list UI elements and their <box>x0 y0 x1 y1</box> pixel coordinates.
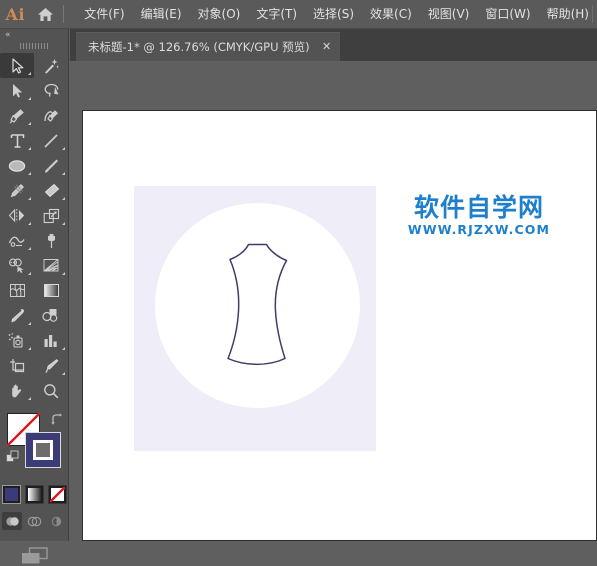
width-warp-tool[interactable] <box>0 228 34 253</box>
watermark: 软件自学网 WWW.RJZXW.COM <box>399 193 559 238</box>
close-icon[interactable]: ✕ <box>320 40 334 54</box>
app-logo: Ai <box>5 4 26 24</box>
draw-mode-row <box>0 510 68 532</box>
pen-tool[interactable] <box>0 103 34 128</box>
tool-flyout-indicator <box>28 397 31 400</box>
menubar-right-separator <box>592 5 593 23</box>
artboard-tool[interactable] <box>0 353 34 378</box>
collapse-panel-icon[interactable]: « <box>5 30 10 40</box>
draw-behind-button[interactable] <box>24 512 44 530</box>
blend-tool[interactable] <box>34 303 68 328</box>
hand-tool[interactable] <box>0 378 34 403</box>
artboard[interactable]: 软件自学网 WWW.RJZXW.COM <box>82 110 597 541</box>
type-tool[interactable] <box>0 128 34 153</box>
line-segment-tool[interactable] <box>34 128 68 153</box>
none-mode-button[interactable] <box>47 485 67 504</box>
zoom-tool[interactable] <box>34 378 68 403</box>
scale-tool[interactable] <box>34 203 68 228</box>
home-icon[interactable] <box>31 0 60 29</box>
tool-flyout-indicator <box>62 222 65 225</box>
rotate-reflect-tool[interactable] <box>0 203 34 228</box>
tool-flyout-indicator <box>28 272 31 275</box>
draw-normal-button[interactable] <box>2 512 22 530</box>
menu-help[interactable]: 帮助(H) <box>539 0 597 29</box>
lasso-tool[interactable] <box>34 78 68 103</box>
tool-flyout-indicator <box>28 247 31 250</box>
tool-grid <box>0 51 68 403</box>
none-swatch-icon <box>49 487 65 502</box>
menu-select[interactable]: 选择(S) <box>305 0 362 29</box>
tool-flyout-indicator <box>62 272 65 275</box>
tool-flyout-indicator <box>62 347 65 350</box>
solid-color-swatch-icon <box>4 488 18 501</box>
menubar-separator <box>63 5 65 23</box>
tool-flyout-indicator <box>28 172 31 175</box>
illustrator-window: Ai 文件(F) 编辑(E) 对象(O) 文字(T) 选择(S) 效果(C) 视… <box>0 0 597 564</box>
menu-bar: Ai 文件(F) 编辑(E) 对象(O) 文字(T) 选择(S) 效果(C) 视… <box>0 0 597 29</box>
tool-flyout-indicator <box>28 322 31 325</box>
symbol-sprayer-tool[interactable] <box>0 328 34 353</box>
selection-tool[interactable] <box>0 53 34 78</box>
change-screen-mode-button[interactable] <box>0 546 68 566</box>
fill-stroke-controls <box>0 409 68 481</box>
shape-builder-tool[interactable] <box>0 253 34 278</box>
garment-illustration[interactable] <box>200 236 315 390</box>
workspace: 软件自学网 WWW.RJZXW.COM <box>70 61 597 541</box>
tool-flyout-indicator <box>28 222 31 225</box>
tool-flyout-indicator <box>62 147 65 150</box>
tool-flyout-indicator <box>28 197 31 200</box>
document-tab[interactable]: 未标题-1* @ 126.76% (CMYK/GPU 预览) ✕ <box>76 32 340 61</box>
curvature-tool[interactable] <box>34 103 68 128</box>
menu-effect[interactable]: 效果(C) <box>362 0 420 29</box>
tool-flyout-indicator <box>28 72 31 75</box>
menu-item-list: 文件(F) 编辑(E) 对象(O) 文字(T) 选择(S) 效果(C) 视图(V… <box>76 0 597 29</box>
tools-panel: « <box>0 29 69 564</box>
tool-flyout-indicator <box>62 372 65 375</box>
column-graph-tool[interactable] <box>34 328 68 353</box>
draw-inside-button[interactable] <box>46 512 66 530</box>
menu-view[interactable]: 视图(V) <box>420 0 478 29</box>
paint-mode-row <box>0 485 68 504</box>
direct-selection-tool[interactable] <box>0 78 34 103</box>
ellipse-tool[interactable] <box>0 153 34 178</box>
menu-edit[interactable]: 编辑(E) <box>133 0 190 29</box>
menu-window[interactable]: 窗口(W) <box>477 0 538 29</box>
pencil-tool[interactable] <box>0 178 34 203</box>
tool-flyout-indicator <box>28 97 31 100</box>
perspective-grid-tool[interactable] <box>34 253 68 278</box>
paintbrush-tool[interactable] <box>34 153 68 178</box>
tool-flyout-indicator <box>28 147 31 150</box>
free-transform-tool[interactable] <box>34 228 68 253</box>
eyedropper-tool[interactable] <box>0 303 34 328</box>
gradient-tool[interactable] <box>34 278 68 303</box>
drag-grip-icon[interactable] <box>0 41 68 51</box>
magic-wand-tool[interactable] <box>34 53 68 78</box>
tool-flyout-indicator <box>62 197 65 200</box>
menu-file[interactable]: 文件(F) <box>76 0 132 29</box>
eraser-tool[interactable] <box>34 178 68 203</box>
menu-object[interactable]: 对象(O) <box>190 0 249 29</box>
mesh-tool[interactable] <box>0 278 34 303</box>
document-tab-bar: 未标题-1* @ 126.76% (CMYK/GPU 预览) ✕ <box>70 29 597 61</box>
menu-type[interactable]: 文字(T) <box>248 0 305 29</box>
tool-flyout-indicator <box>28 347 31 350</box>
swap-fill-stroke-icon[interactable] <box>50 411 63 425</box>
stroke-swatch[interactable] <box>25 432 61 468</box>
tool-flyout-indicator <box>28 122 31 125</box>
gradient-mode-button[interactable] <box>24 485 44 504</box>
watermark-url: WWW.RJZXW.COM <box>407 222 551 238</box>
color-mode-button[interactable] <box>1 485 21 504</box>
gradient-swatch-icon <box>27 488 41 501</box>
slice-tool[interactable] <box>34 353 68 378</box>
default-fill-stroke-icon[interactable] <box>6 449 20 463</box>
tools-panel-header: « <box>0 29 68 41</box>
document-tab-title: 未标题-1* @ 126.76% (CMYK/GPU 预览) <box>88 40 310 54</box>
watermark-title: 软件自学网 <box>413 193 544 222</box>
stroke-swatch-inner <box>33 440 53 460</box>
tool-flyout-indicator <box>62 172 65 175</box>
